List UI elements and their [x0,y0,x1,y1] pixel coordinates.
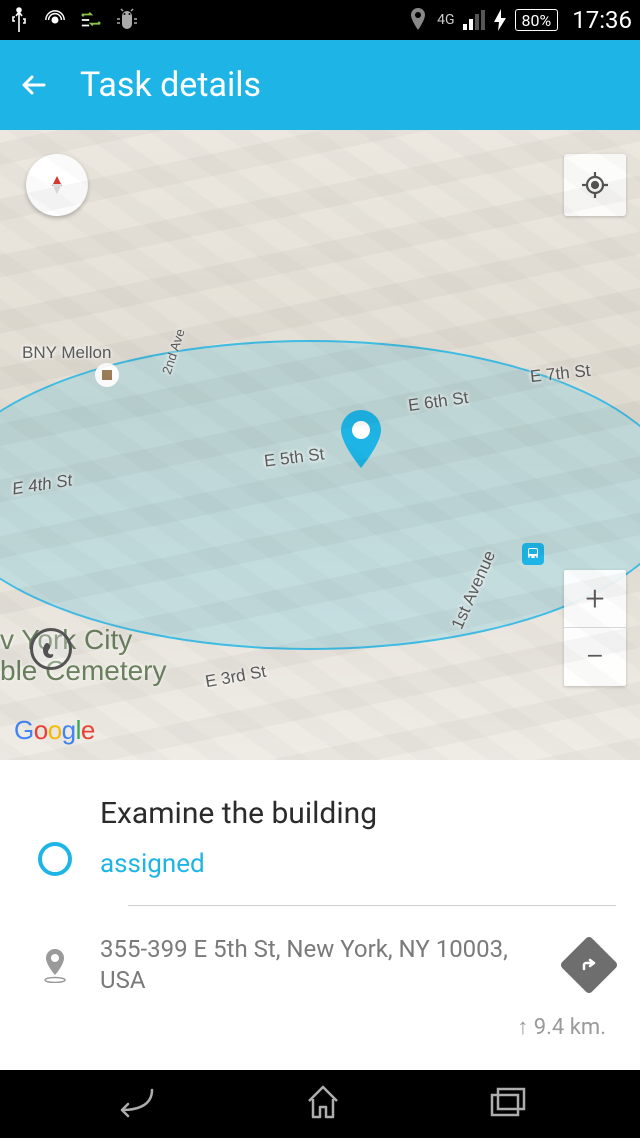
nav-back-button[interactable] [112,1084,158,1124]
location-icon [407,9,429,31]
task-title: Examine the building [100,796,616,831]
status-indicator-icon[interactable] [38,842,72,876]
page-title: Task details [80,65,261,105]
map-label-e3: E 3rd St [204,662,268,692]
compass-button[interactable] [26,154,88,216]
my-location-button[interactable] [564,154,626,216]
back-button[interactable] [18,69,50,101]
charging-icon [493,9,507,31]
app-bar: Task details [0,40,640,130]
map-view[interactable]: BNY Mellon 2nd Ave E 7th St E 6th St E 5… [0,130,640,760]
divider [128,905,616,906]
android-debug-icon [116,9,138,31]
android-status-bar: 4G 80% 17:36 [0,0,640,40]
network-type-label: 4G [437,12,454,28]
task-status-label: assigned [100,849,616,879]
bus-stop-icon [522,543,544,565]
zoom-out-button[interactable]: − [564,628,626,686]
zoom-controls: + − [564,570,626,686]
signal-icon [463,9,485,31]
poi-marker [95,363,119,387]
map-label-bny: BNY Mellon [22,343,111,363]
sync-icon [80,9,102,31]
map-pin-icon [340,410,382,468]
map-label-e7: E 7th St [529,361,591,387]
distance-label: ↑ 9.4 km. [24,1014,616,1040]
zoom-in-button[interactable]: + [564,570,626,628]
nav-recent-button[interactable] [488,1085,528,1123]
location-pin-icon [38,947,72,983]
geofence-radius [0,340,640,650]
usb-icon [8,9,30,31]
android-nav-bar [0,1070,640,1138]
task-address: 355-399 E 5th St, New York, NY 10003, US… [100,934,540,996]
google-attribution: Google [14,715,95,746]
directions-button[interactable] [559,935,618,994]
clock-label: 17:36 [572,6,632,34]
task-details-sheet: Examine the building assigned 355-399 E … [0,760,640,1070]
hotspot-icon [44,9,66,31]
battery-indicator: 80% [515,9,559,31]
map-poi-cemetery: v York City ble Cemetery [0,625,167,687]
nav-home-button[interactable] [303,1083,343,1125]
poi-circle-icon [30,628,72,670]
